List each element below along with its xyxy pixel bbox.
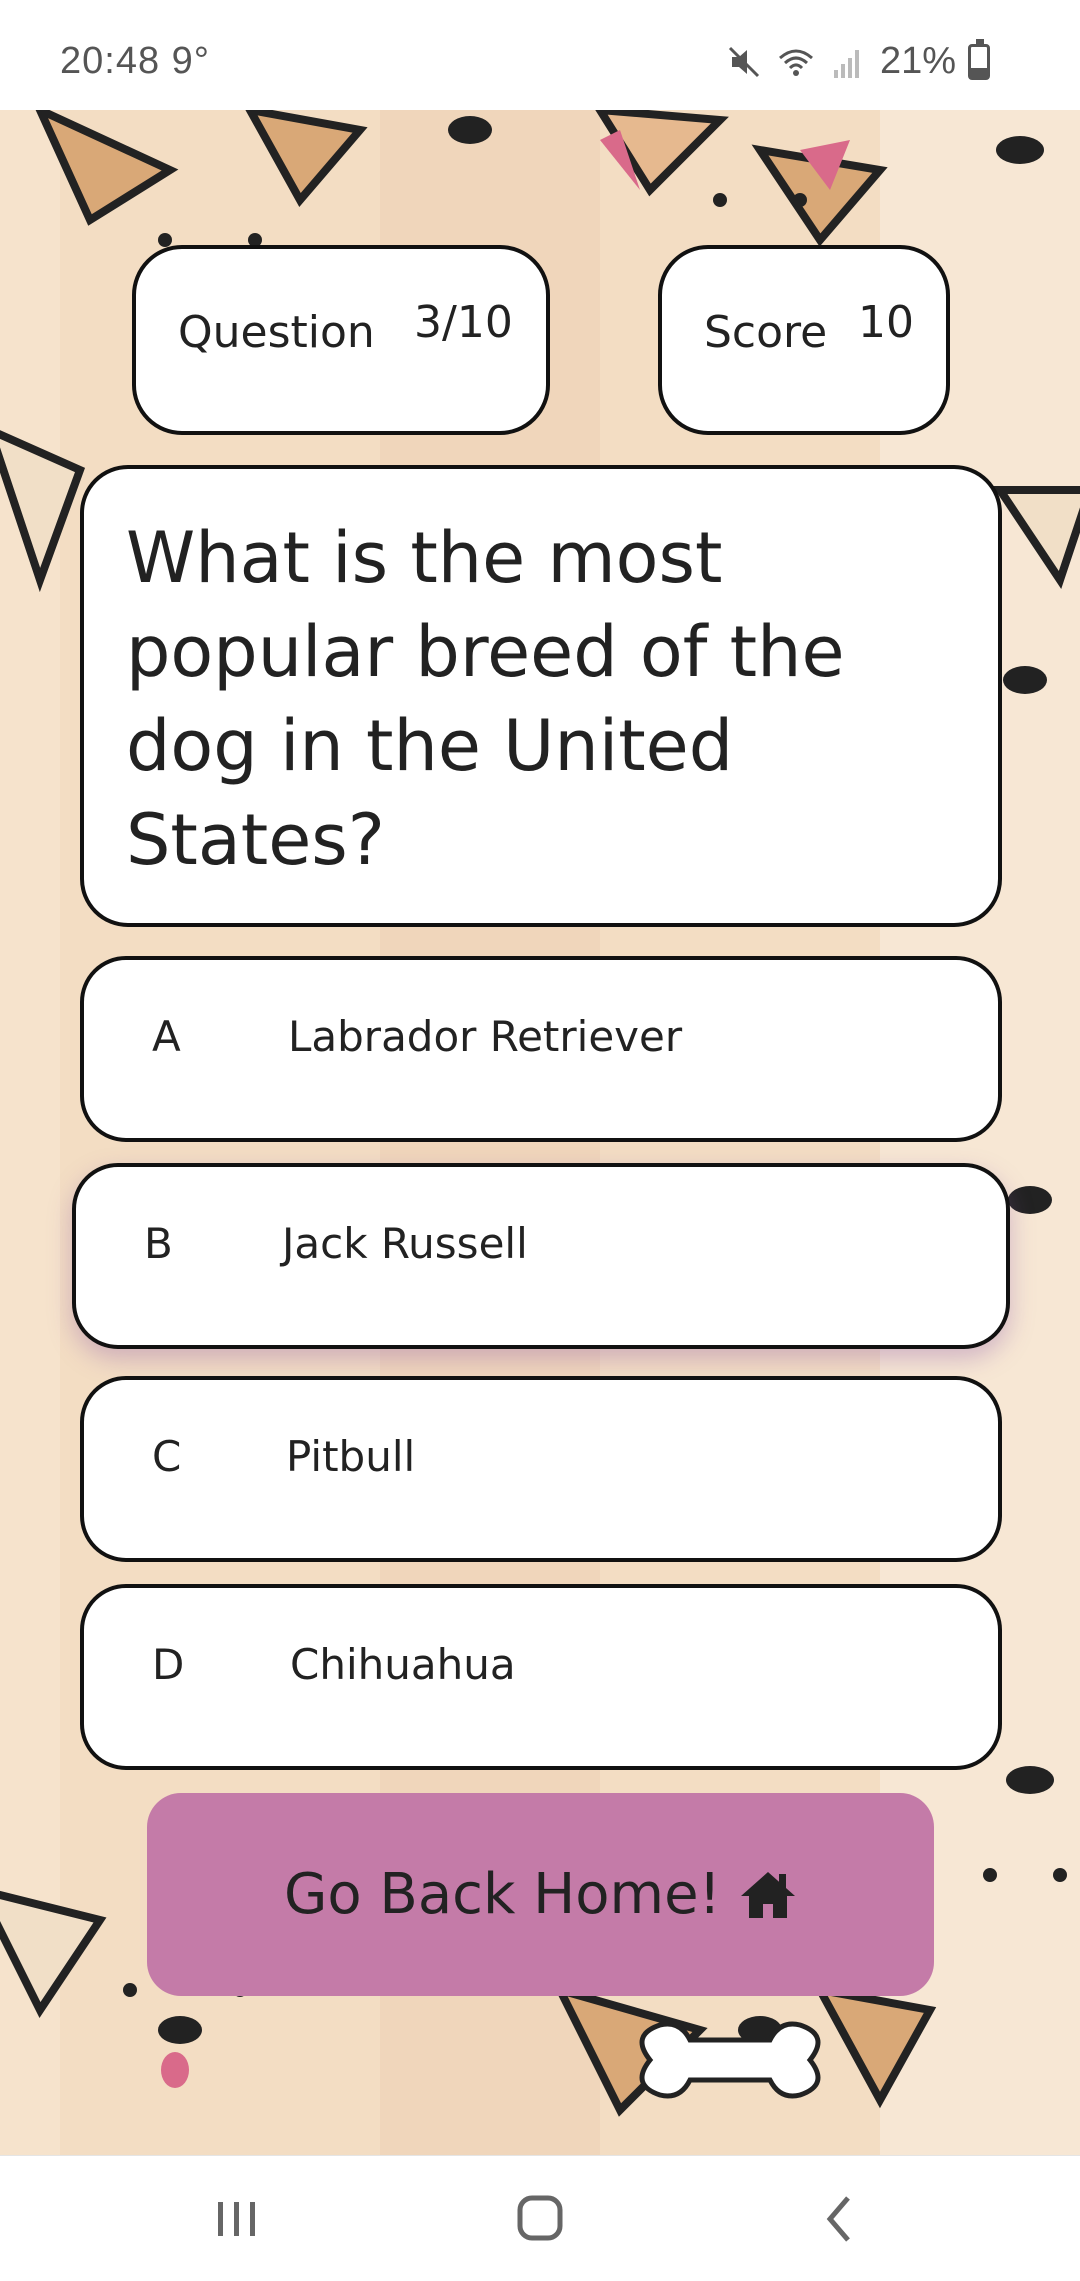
answer-letter: D	[152, 1640, 185, 1689]
score-label: Score	[704, 307, 828, 358]
status-temperature: 9°	[171, 40, 210, 82]
answer-option-d[interactable]: D Chihuahua	[80, 1584, 1002, 1770]
back-icon[interactable]	[800, 2184, 880, 2254]
answer-option-b[interactable]: B Jack Russell	[72, 1163, 1010, 1349]
answer-option-a[interactable]: A Labrador Retriever	[80, 956, 1002, 1142]
status-time-temp: 20:48 9°	[60, 40, 210, 83]
answer-text: Jack Russell	[282, 1219, 528, 1268]
question-counter: Question 3/10	[132, 245, 550, 435]
mute-icon	[728, 46, 759, 77]
status-time: 20:48	[60, 40, 161, 82]
battery-percent: 21%	[879, 40, 956, 82]
question-card: What is the most popular breed of the do…	[80, 465, 1002, 927]
answer-text: Pitbull	[286, 1432, 416, 1481]
answer-letter: B	[144, 1219, 173, 1268]
navigation-bar	[0, 2155, 1080, 2281]
answer-text: Chihuahua	[290, 1640, 516, 1689]
home-button-label: Go Back Home!	[283, 1862, 722, 1927]
home-icon	[741, 1871, 796, 1918]
question-text: What is the most popular breed of the do…	[126, 517, 845, 881]
answer-text: Labrador Retriever	[288, 1012, 683, 1061]
home-nav-icon[interactable]	[500, 2184, 580, 2254]
go-back-home-button[interactable]: Go Back Home!	[147, 1793, 934, 1996]
answer-letter: A	[152, 1012, 181, 1061]
answer-letter: C	[152, 1432, 182, 1481]
score-value: 10	[858, 297, 914, 348]
answer-option-c[interactable]: C Pitbull	[80, 1376, 1002, 1562]
status-bar: 20:48 9° 21%	[0, 0, 1080, 110]
recent-apps-icon[interactable]	[196, 2184, 276, 2254]
status-icons: 21%	[724, 38, 990, 83]
wifi-icon	[778, 49, 813, 76]
score-box: Score 10	[658, 245, 950, 435]
question-value: 3/10	[414, 297, 513, 348]
question-label: Question	[178, 307, 375, 358]
signal-icon	[833, 49, 859, 78]
battery-icon	[968, 38, 990, 80]
